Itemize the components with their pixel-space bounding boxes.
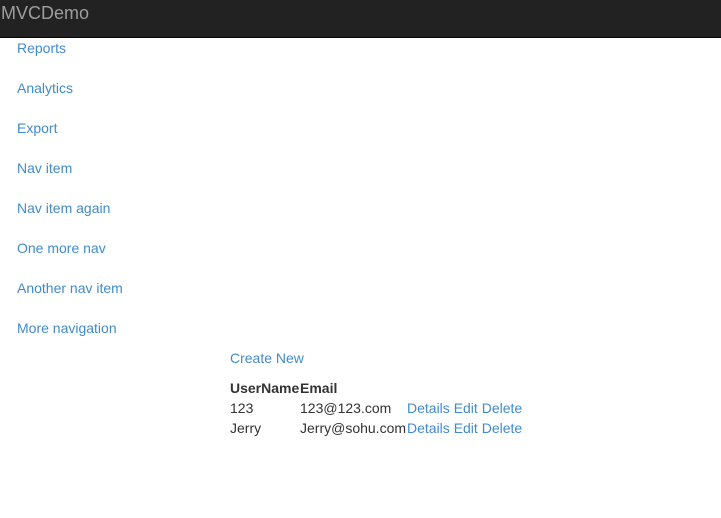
sidebar-item-reports: Reports xyxy=(17,38,123,78)
sidebar-nav: Reports Analytics Export Nav item Nav it… xyxy=(17,38,123,358)
table-header-row: UserName Email xyxy=(230,378,522,398)
sidebar-item-export: Export xyxy=(17,118,123,158)
cell-actions: Details Edit Delete xyxy=(407,418,522,438)
sidebar-link-reports[interactable]: Reports xyxy=(17,38,123,58)
column-header-email: Email xyxy=(300,380,338,396)
sidebar-link-another-nav-item[interactable]: Another nav item xyxy=(17,278,123,298)
sidebar-item-nav-item: Nav item xyxy=(17,158,123,198)
sidebar-item-more-navigation: More navigation xyxy=(17,318,123,358)
edit-link[interactable]: Edit xyxy=(454,400,478,416)
sidebar-item-nav-item-again: Nav item again xyxy=(17,198,123,238)
details-link[interactable]: Details xyxy=(407,420,450,436)
sidebar-link-nav-item-again[interactable]: Nav item again xyxy=(17,198,123,218)
sidebar-link-analytics[interactable]: Analytics xyxy=(17,78,123,98)
cell-username: Jerry xyxy=(230,420,262,436)
edit-link[interactable]: Edit xyxy=(454,420,478,436)
sidebar-item-analytics: Analytics xyxy=(17,78,123,118)
sidebar-link-nav-item[interactable]: Nav item xyxy=(17,158,123,178)
column-header-actions xyxy=(407,378,522,398)
sidebar-link-one-more-nav[interactable]: One more nav xyxy=(17,238,123,258)
column-header-username: UserName xyxy=(230,380,300,396)
table-row: Jerry Jerry@sohu.com Details Edit Delete xyxy=(230,418,522,438)
delete-link[interactable]: Delete xyxy=(482,420,522,436)
sidebar-item-one-more-nav: One more nav xyxy=(17,238,123,278)
sidebar-link-export[interactable]: Export xyxy=(17,118,123,138)
brand-link[interactable]: MVCDemo xyxy=(1,3,89,23)
details-link[interactable]: Details xyxy=(407,400,450,416)
delete-link[interactable]: Delete xyxy=(482,400,522,416)
cell-email: 123@123.com xyxy=(300,400,392,416)
cell-actions: Details Edit Delete xyxy=(407,398,522,418)
create-new-link[interactable]: Create New xyxy=(230,348,304,368)
sidebar-link-more-navigation[interactable]: More navigation xyxy=(17,318,123,338)
cell-email: Jerry@sohu.com xyxy=(300,420,407,436)
top-navbar: MVCDemo xyxy=(0,0,721,38)
table-row: 123 123@123.com Details Edit Delete xyxy=(230,398,522,418)
cell-username: 123 xyxy=(230,400,254,416)
users-table: UserName Email 123 123@123.com Details E… xyxy=(230,378,522,438)
sidebar-item-another-nav-item: Another nav item xyxy=(17,278,123,318)
